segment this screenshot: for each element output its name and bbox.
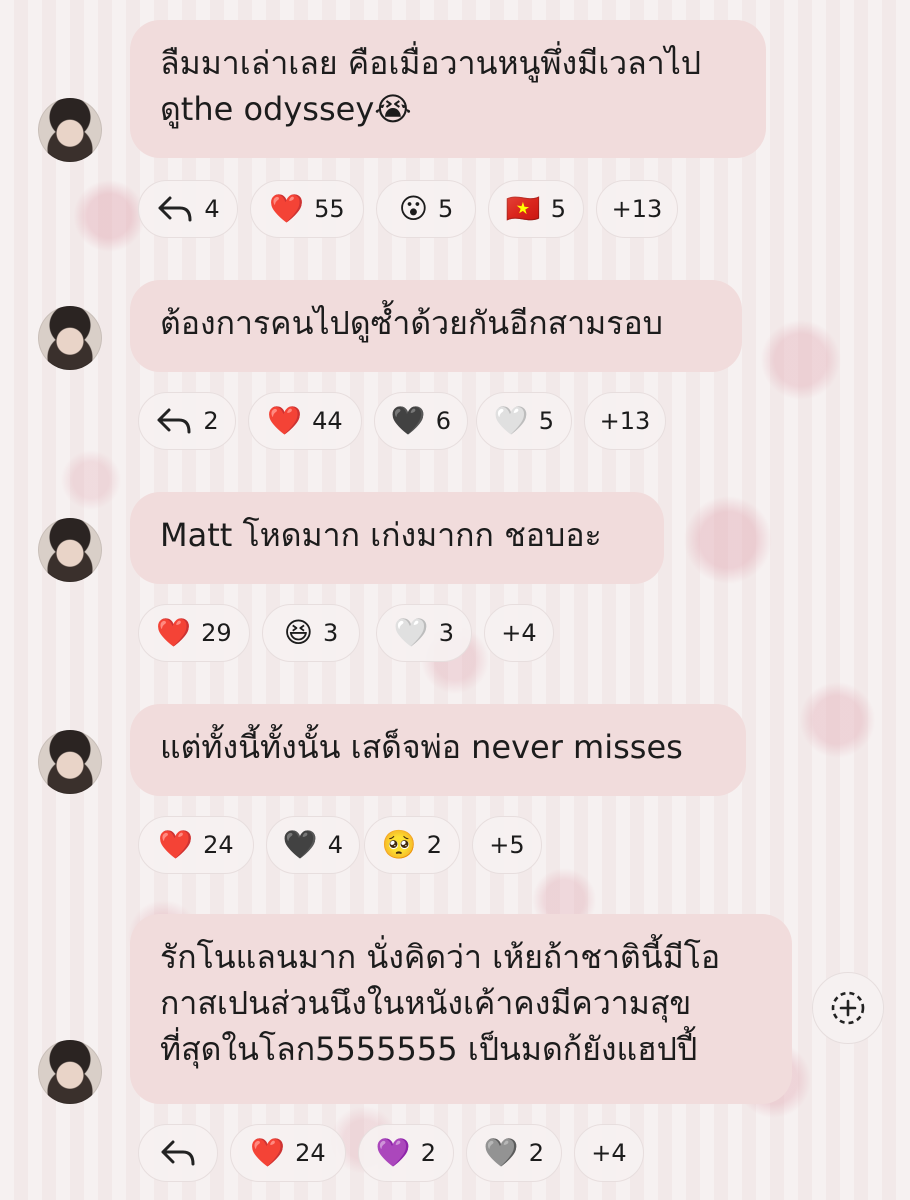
reply-icon	[158, 196, 192, 222]
white-heart-icon: 🤍	[393, 616, 429, 649]
reaction-chip[interactable]: 😆 3	[262, 604, 360, 662]
message-text-line: ที่สุดในโลก5555555 เป็นมดก้ยังแฮปปี้	[160, 1030, 698, 1068]
message-text-line: กาสเปนส่วนนึงในหนังเค้าคงมีความสุข	[160, 984, 692, 1022]
reply-button[interactable]	[138, 1124, 218, 1182]
reaction-chip[interactable]: 🖤 6	[374, 392, 468, 450]
avatar[interactable]	[38, 1040, 102, 1104]
reaction-chip[interactable]: 💜 2	[358, 1124, 454, 1182]
reaction-chip[interactable]: 🇻🇳 5	[488, 180, 584, 238]
avatar[interactable]	[38, 98, 102, 162]
reaction-count: 2	[420, 1139, 437, 1167]
more-reactions-chip[interactable]: +13	[596, 180, 678, 238]
reaction-chip[interactable]: ❤️ 24	[138, 816, 254, 874]
reply-icon	[157, 408, 191, 434]
message-bubble[interactable]: ลืมมาเล่าเลย คือเมื่อวานหนูพึ่งมีเวลาไป …	[130, 20, 766, 158]
avatar[interactable]	[38, 306, 102, 370]
message-text-line: Matt โหดมาก เก่งมากก ชอบอะ	[160, 516, 602, 554]
reaction-chip[interactable]: ❤️ 24	[230, 1124, 346, 1182]
message-bubble[interactable]: รักโนแลนมาก นั่งคิดว่า เห้ยถ้าชาตินี้มีโ…	[130, 914, 792, 1104]
more-reactions-count: +13	[611, 195, 663, 223]
laughing-face-icon: 😆	[283, 616, 313, 649]
heart-icon: ❤️	[156, 616, 192, 649]
reply-icon	[161, 1140, 195, 1166]
reaction-count: 24	[203, 831, 234, 859]
reply-count: 4	[204, 195, 220, 223]
black-heart-icon: 🖤	[282, 828, 318, 861]
message-text-line: ต้องการคนไปดูซ้ำด้วยกันอีกสามรอบ	[160, 304, 663, 342]
add-circle-dashed-icon	[831, 991, 865, 1025]
heart-icon: ❤️	[267, 404, 303, 437]
reaction-chip[interactable]: 🖤 4	[266, 816, 360, 874]
reaction-count: 5	[538, 407, 555, 435]
reaction-count: 3	[438, 619, 455, 647]
reaction-count: 55	[314, 195, 345, 223]
reaction-chip[interactable]: ❤️ 55	[250, 180, 364, 238]
reaction-count: 5	[437, 195, 454, 223]
message-bubble[interactable]: Matt โหดมาก เก่งมากก ชอบอะ	[130, 492, 664, 584]
message-text-line: ดูthe odyssey😭	[160, 90, 412, 128]
reaction-count: 3	[322, 619, 339, 647]
white-heart-icon: 🤍	[493, 404, 529, 437]
reaction-count: 4	[327, 831, 344, 859]
reaction-count: 6	[435, 407, 452, 435]
black-heart-icon: 🖤	[390, 404, 426, 437]
reaction-chip[interactable]: 🥺 2	[364, 816, 460, 874]
more-reactions-chip[interactable]: +5	[472, 816, 542, 874]
message-bubble[interactable]: ต้องการคนไปดูซ้ำด้วยกันอีกสามรอบ	[130, 280, 742, 372]
message-text-line: แต่ทั้งนี้ทั้งนั้น เสด็จพ่อ never misses	[160, 728, 683, 766]
reaction-count: 29	[201, 619, 232, 647]
heart-icon: ❤️	[250, 1136, 286, 1169]
vietnam-flag-icon: 🇻🇳	[505, 192, 541, 225]
reply-button[interactable]: 2	[138, 392, 236, 450]
reply-button[interactable]: 4	[138, 180, 238, 238]
more-reactions-count: +5	[489, 831, 525, 859]
reaction-count: 24	[295, 1139, 326, 1167]
reaction-chip[interactable]: 🤍 3	[376, 604, 472, 662]
heart-icon: ❤️	[158, 828, 194, 861]
more-reactions-count: +13	[599, 407, 651, 435]
purple-heart-icon: 💜	[375, 1136, 411, 1169]
reaction-count: 2	[426, 831, 443, 859]
reaction-chip[interactable]: 😮 5	[376, 180, 476, 238]
reaction-count: 5	[550, 195, 567, 223]
more-reactions-chip[interactable]: +4	[484, 604, 554, 662]
message-text-line: ลืมมาเล่าเลย คือเมื่อวานหนูพึ่งมีเวลาไป	[160, 44, 702, 82]
more-reactions-count: +4	[501, 619, 537, 647]
message-bubble[interactable]: แต่ทั้งนี้ทั้งนั้น เสด็จพ่อ never misses	[130, 704, 746, 796]
pleading-face-icon: 🥺	[381, 828, 417, 861]
reaction-count: 44	[312, 407, 343, 435]
surprised-face-icon: 😮	[398, 192, 428, 225]
reaction-chip[interactable]: 🤍 5	[476, 392, 572, 450]
message-text-line: รักโนแลนมาก นั่งคิดว่า เห้ยถ้าชาตินี้มีโ…	[160, 938, 721, 976]
reaction-count: 2	[528, 1139, 545, 1167]
avatar[interactable]	[38, 518, 102, 582]
reaction-chip[interactable]: 🩶 2	[466, 1124, 562, 1182]
avatar[interactable]	[38, 730, 102, 794]
reaction-chip[interactable]: ❤️ 29	[138, 604, 250, 662]
add-reaction-button[interactable]	[812, 972, 884, 1044]
more-reactions-chip[interactable]: +13	[584, 392, 666, 450]
heart-icon: ❤️	[269, 192, 305, 225]
grey-heart-icon: 🩶	[483, 1136, 519, 1169]
reply-count: 2	[203, 407, 219, 435]
more-reactions-chip[interactable]: +4	[574, 1124, 644, 1182]
more-reactions-count: +4	[591, 1139, 627, 1167]
reaction-chip[interactable]: ❤️ 44	[248, 392, 362, 450]
